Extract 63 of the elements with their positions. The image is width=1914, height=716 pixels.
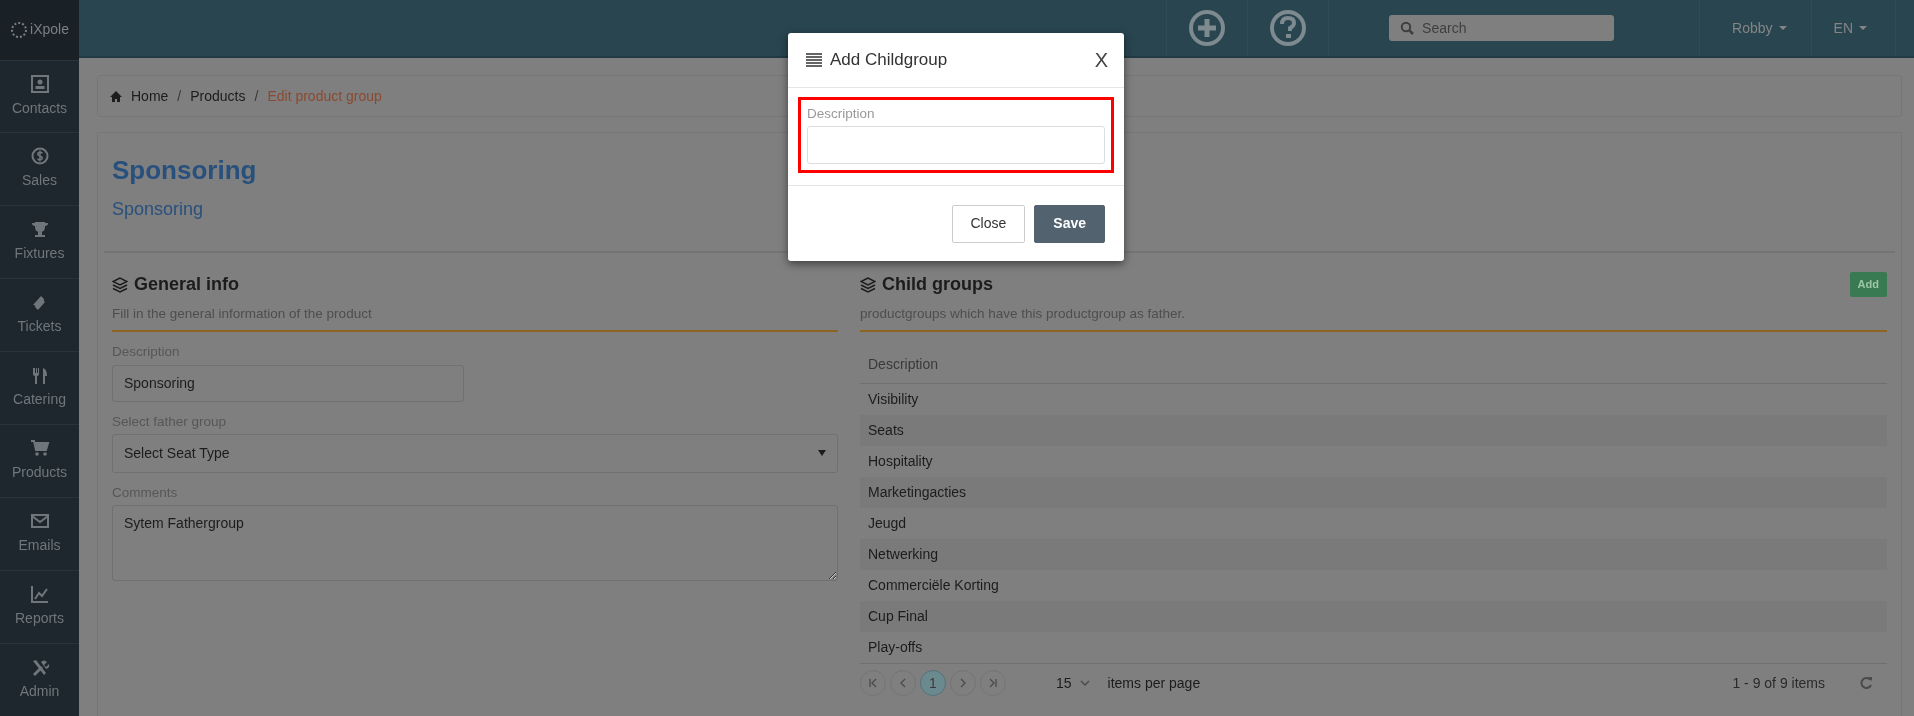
sidebar-item[interactable]: Contacts [0,59,79,133]
plus-circle-icon[interactable] [1187,8,1228,48]
page-subtitle: Sponsoring [112,198,204,222]
table-row-link[interactable]: Visibility [868,389,919,411]
sidebar-item[interactable]: Reports [0,570,79,644]
sidebar-item[interactable]: Emails [0,497,79,571]
column-header: Description [860,346,1887,385]
section-title: Child groups [882,273,993,297]
contact-card-icon [29,74,50,94]
sidebar-item[interactable]: Tickets [0,278,79,352]
pager-summary: 1 - 9 of 9 items [1732,673,1825,693]
chevron-down-icon [1079,680,1090,687]
page-title: Sponsoring [112,154,257,187]
user-menu[interactable]: Robby [1726,16,1793,40]
text-area[interactable]: Sytem Fathergroup [112,505,838,582]
language-menu[interactable]: EN [1827,16,1873,40]
table-row-link[interactable]: Marketingacties [868,482,967,504]
modal-title: Add Childgroup [830,49,949,71]
breadcrumb-separator: / [254,86,259,106]
list-icon [806,52,822,67]
select-field[interactable]: Select Seat Type [112,433,838,473]
breadcrumb-link[interactable]: Home [131,85,169,107]
section-title: General info [134,273,240,297]
sidebar-item[interactable]: Admin [0,643,79,716]
table-row-link[interactable]: Seats [868,420,904,442]
refresh-icon[interactable] [1859,676,1873,691]
line-chart-icon [29,585,50,605]
help-circle-icon[interactable] [1268,8,1309,48]
trophy-icon [29,220,50,240]
table-row-link[interactable]: Netwerking [868,544,939,566]
add-button[interactable]: Add [1849,272,1887,297]
table-row-link[interactable]: Play-offs [868,637,923,659]
page-size-select[interactable]: 15 [1050,671,1096,695]
page-button[interactable]: 1 [920,670,946,697]
breadcrumb-separator: / [177,86,182,106]
table-row-link[interactable]: Jeugd [868,513,907,535]
logo-dots-icon [10,20,29,39]
layers-icon [112,276,128,293]
page-size-label: items per page [1107,673,1201,693]
logo-text: iXpole [30,20,69,40]
field-label: Description [807,104,876,123]
close-button[interactable]: X [1094,49,1108,70]
dollar-coin-icon [29,147,50,167]
sidebar-item[interactable]: Catering [0,351,79,425]
table-row-link[interactable]: Hospitality [868,451,933,473]
search-field[interactable]: Search [1389,15,1615,41]
close-button[interactable]: Close [951,204,1026,243]
sidebar-item[interactable]: Fixtures [0,205,79,279]
layers-icon [860,276,876,293]
sidebar-item[interactable]: Products [0,424,79,498]
text-field[interactable]: Sponsoring [112,364,464,402]
first-page-icon [868,678,878,689]
table-row-link[interactable]: Cup Final [868,606,928,628]
save-button[interactable]: Save [1034,204,1105,243]
breadcrumb-link[interactable]: Products [190,85,246,107]
last-page-icon [988,678,998,689]
previous-page-icon [898,678,908,689]
table-row-link[interactable]: Commerciële Korting [868,575,999,597]
home-icon [110,90,122,102]
sidebar-item[interactable]: Sales [0,132,79,206]
shopping-cart-icon [29,439,50,459]
text-field[interactable] [807,125,1105,164]
next-page-icon [958,678,968,689]
